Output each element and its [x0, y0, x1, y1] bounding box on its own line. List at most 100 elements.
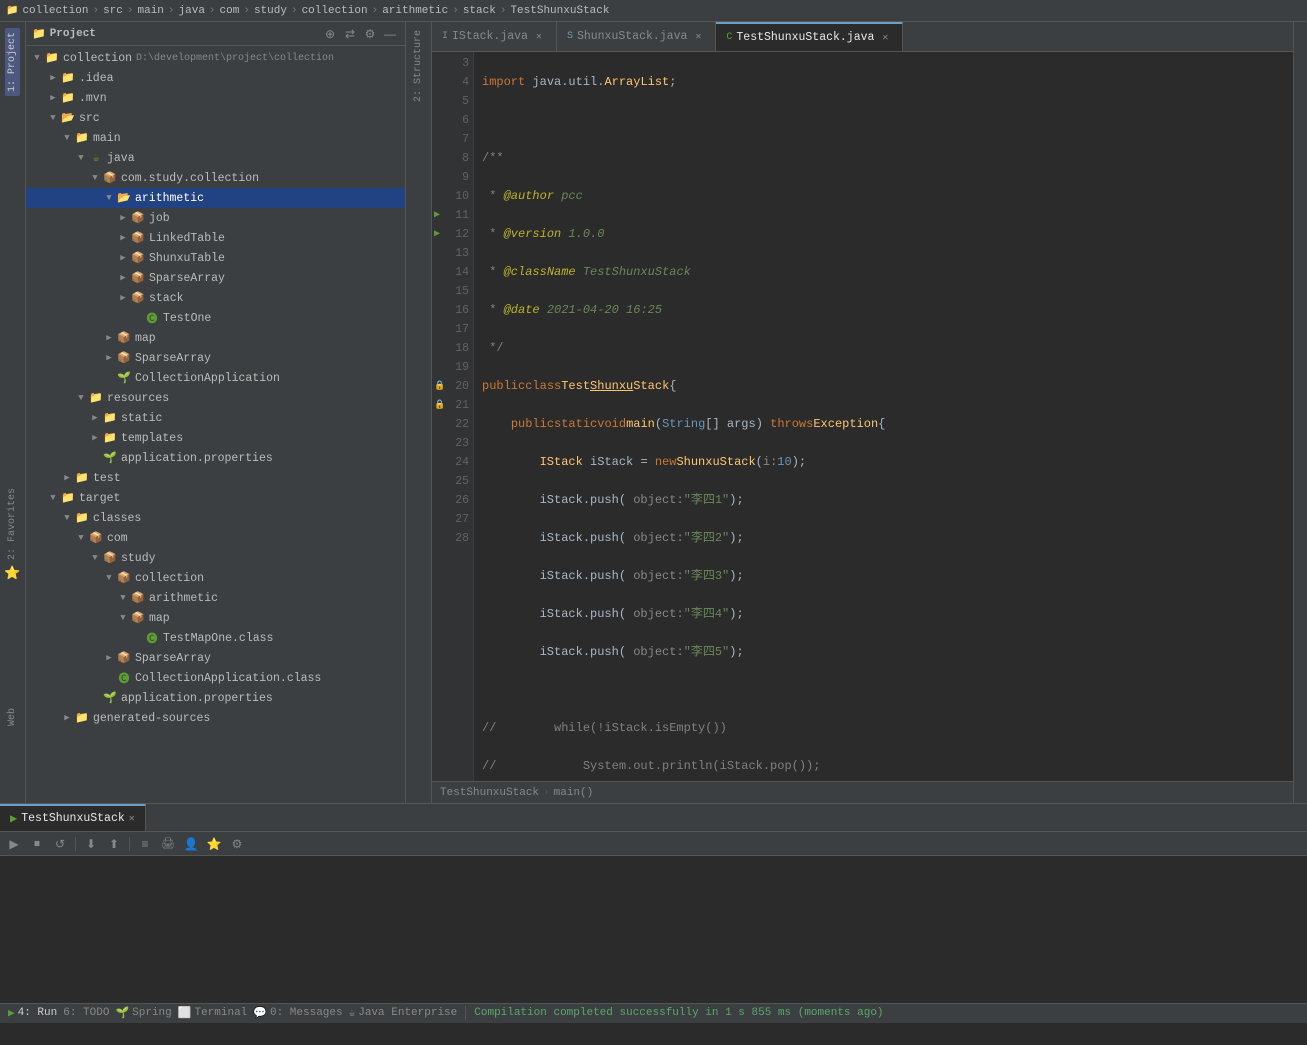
tree-item-test[interactable]: ▶ 📁 test — [26, 468, 405, 488]
tab-label-testshunxu: TestShunxuStack.java — [736, 31, 874, 44]
project-strip-label[interactable]: 1: Project — [5, 28, 20, 96]
tab-close-testshunxu[interactable]: ✕ — [878, 31, 892, 45]
breadcrumb-stack[interactable]: stack — [463, 5, 496, 17]
line-num-4: 4 — [436, 73, 469, 92]
tree-item-sparsearray2[interactable]: ▶ 📦 SparseArray — [26, 348, 405, 368]
tree-item-shunxutable[interactable]: ▶ 📦 ShunxuTable — [26, 248, 405, 268]
tree-item-static[interactable]: ▶ 📁 static — [26, 408, 405, 428]
tree-item-classes[interactable]: ▼ 📁 classes — [26, 508, 405, 528]
stop-btn[interactable]: ⏹ — [27, 834, 47, 854]
code-line-18: iStack.push( object: "李四5"); — [482, 643, 1293, 662]
tab-istack[interactable]: I IStack.java ✕ — [432, 22, 557, 51]
tree-item-map[interactable]: ▶ 📦 map — [26, 328, 405, 348]
rerun-btn[interactable]: ↺ — [50, 834, 70, 854]
code-line-6: * @author pcc — [482, 187, 1293, 206]
tree-item-stack[interactable]: ▶ 📦 stack — [26, 288, 405, 308]
breadcrumb-src[interactable]: src — [103, 5, 123, 17]
line-num-10: 10 — [436, 187, 469, 206]
print-btn[interactable]: 🖨 — [158, 834, 178, 854]
tree-item-sparsearray1[interactable]: ▶ 📦 SparseArray — [26, 268, 405, 288]
tree-item-templates[interactable]: ▶ 📁 templates — [26, 428, 405, 448]
breadcrumb-arithmetic[interactable]: arithmetic — [382, 5, 448, 17]
tree-root[interactable]: ▼ 📁 collection D:\development\project\co… — [26, 48, 405, 68]
tree-item-main[interactable]: ▼ 📁 main — [26, 128, 405, 148]
tree-item-sparsearray3[interactable]: ▶ 📦 SparseArray — [26, 648, 405, 668]
person-btn[interactable]: 👤 — [181, 834, 201, 854]
web-label[interactable]: Web — [7, 708, 18, 726]
code-line-20: // while(!iStack.isEmpty()) — [482, 719, 1293, 738]
tree-item-study2[interactable]: ▼ 📦 study — [26, 548, 405, 568]
breadcrumb-main[interactable]: main — [138, 5, 164, 17]
line-num-9: 9 — [436, 168, 469, 187]
run-tab-close[interactable]: ✕ — [129, 813, 135, 825]
tree-item-com-study[interactable]: ▼ 📦 com.study.collection — [26, 168, 405, 188]
tree-item-appprops[interactable]: 🌱 application.properties — [26, 448, 405, 468]
tree-item-testmapone[interactable]: 🅒 TestMapOne.class — [26, 628, 405, 648]
bottom-tab-bar: ▶ TestShunxuStack ✕ — [0, 804, 1307, 832]
tree-item-java[interactable]: ▼ ☕ java — [26, 148, 405, 168]
tab-close-istack[interactable]: ✕ — [532, 30, 546, 44]
sync-btn[interactable]: ⊕ — [321, 25, 339, 43]
tree-item-arithmetic2[interactable]: ▼ 📦 arithmetic — [26, 588, 405, 608]
tab-label-shunxu: ShunxuStack.java — [577, 30, 687, 43]
tree-item-mvn[interactable]: ▶ 📁 .mvn — [26, 88, 405, 108]
tool-messages[interactable]: 💬 0: Messages — [253, 1006, 342, 1020]
tree-item-testone[interactable]: 🅒 TestOne — [26, 308, 405, 328]
tool-java-enterprise[interactable]: ☕ Java Enterprise — [349, 1006, 458, 1020]
tree-item-job[interactable]: ▶ 📦 job — [26, 208, 405, 228]
tree-item-generated-sources[interactable]: ▶ 📁 generated-sources — [26, 708, 405, 728]
bc-testshunxu[interactable]: TestShunxuStack — [440, 787, 539, 799]
code-editor[interactable]: 3 4 5 6 7 8 9 10 ▶ 11 ▶ 12 1 — [432, 52, 1293, 781]
left-tool-strip: 1: Project — [0, 22, 26, 803]
tree-item-src[interactable]: ▼ 📂 src — [26, 108, 405, 128]
tree-item-collectionappclass[interactable]: 🅒 CollectionApplication.class — [26, 668, 405, 688]
breadcrumb-study[interactable]: study — [254, 5, 287, 17]
tool-run[interactable]: ▶ 4: Run — [8, 1006, 57, 1020]
tree-item-resources[interactable]: ▼ 📁 resources — [26, 388, 405, 408]
favorites-label[interactable]: 2: Favorites — [7, 488, 18, 560]
tab-close-shunxu[interactable]: ✕ — [691, 30, 705, 44]
fav-icon-star[interactable]: ⭐ — [4, 566, 20, 581]
spring-icon: 🌱 — [115, 1006, 129, 1020]
tree-item-collectionapp[interactable]: 🌱 CollectionApplication — [26, 368, 405, 388]
tree-item-target[interactable]: ▼ 📁 target — [26, 488, 405, 508]
code-content[interactable]: import java.util.ArrayList; /** * @autho… — [474, 52, 1293, 781]
tree-item-linkedtable[interactable]: ▶ 📦 LinkedTable — [26, 228, 405, 248]
tab-testshunxu[interactable]: C TestShunxuStack.java ✕ — [716, 22, 903, 51]
run-btn[interactable]: ▶ — [4, 834, 24, 854]
layout-btn[interactable]: ⇄ — [341, 25, 359, 43]
bottom-tools: ▶ 4: Run 6: TODO 🌱 Spring ⬜ Terminal 💬 0… — [8, 1006, 466, 1020]
tab-shunxu[interactable]: S ShunxuStack.java ✕ — [557, 22, 716, 51]
tree-item-collection2[interactable]: ▼ 📦 collection — [26, 568, 405, 588]
breadcrumb-testshunxu[interactable]: TestShunxuStack — [510, 5, 609, 17]
tree-item-arithmetic[interactable]: ▼ 📂 arithmetic — [26, 188, 405, 208]
star-btn[interactable]: ⭐ — [204, 834, 224, 854]
line-num-20: 🔒 20 — [436, 377, 469, 396]
tool-terminal[interactable]: ⬜ Terminal — [178, 1006, 248, 1020]
line-num-27: 27 — [436, 510, 469, 529]
tree-item-map2[interactable]: ▼ 📦 map — [26, 608, 405, 628]
settings-btn2[interactable]: ⚙ — [227, 834, 247, 854]
tree-label-root: collection — [63, 52, 132, 65]
breadcrumb-collection2[interactable]: collection — [302, 5, 368, 17]
minimize-btn[interactable]: — — [381, 25, 399, 43]
testshunxu-icon: C — [726, 32, 732, 43]
breadcrumb-collection[interactable]: collection — [22, 5, 88, 17]
bc-main[interactable]: main() — [554, 787, 594, 799]
panel-header: 📁 Project ⊕ ⇄ ⚙ — — [26, 22, 405, 46]
breadcrumb-java[interactable]: java — [179, 5, 205, 17]
tree-item-com2[interactable]: ▼ 📦 com — [26, 528, 405, 548]
project-tree[interactable]: ▼ 📁 collection D:\development\project\co… — [26, 46, 405, 803]
tool-todo[interactable]: 6: TODO — [63, 1007, 109, 1019]
tool-spring[interactable]: 🌱 Spring — [115, 1006, 171, 1020]
scroll-up-btn[interactable]: ⬆ — [104, 834, 124, 854]
settings-btn[interactable]: ⚙ — [361, 25, 379, 43]
scroll-down-btn[interactable]: ⬇ — [81, 834, 101, 854]
breadcrumb-com[interactable]: com — [220, 5, 240, 17]
wrap-btn[interactable]: ≡ — [135, 834, 155, 854]
structure-label[interactable]: 2: Structure — [413, 30, 424, 102]
tree-item-idea[interactable]: ▶ 📁 .idea — [26, 68, 405, 88]
tree-item-appprops2[interactable]: 🌱 application.properties — [26, 688, 405, 708]
line-num-28: 28 — [436, 529, 469, 548]
bottom-tab-run[interactable]: ▶ TestShunxuStack ✕ — [0, 804, 146, 831]
